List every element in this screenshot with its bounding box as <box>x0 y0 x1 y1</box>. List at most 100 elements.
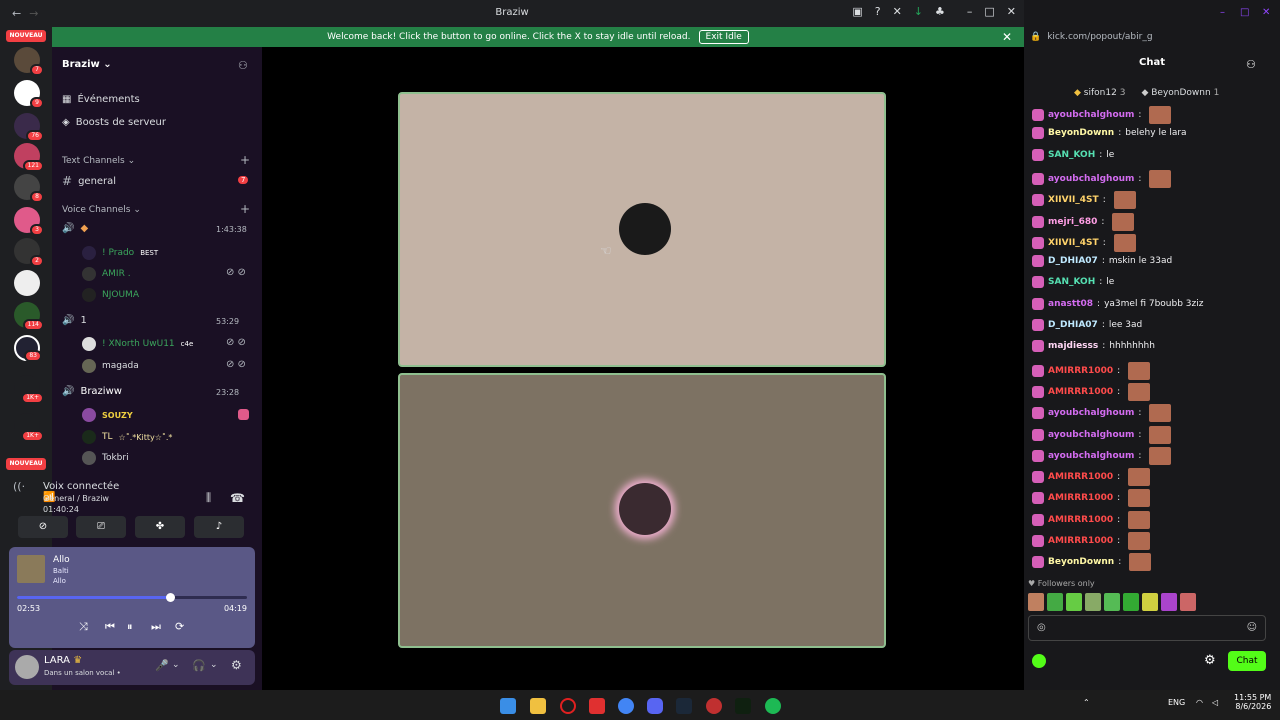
add-member-icon[interactable]: ⚇ <box>238 59 248 72</box>
emote[interactable] <box>1180 593 1196 611</box>
chat-message[interactable]: D_DHIA07: mskin le 33ad <box>1032 255 1172 268</box>
chat-username[interactable]: XIIVII_4ST <box>1048 195 1099 205</box>
chat-message[interactable]: AMIRRR1000: <box>1032 489 1151 508</box>
chat-username[interactable]: SAN_KOH <box>1048 277 1095 287</box>
chat-username[interactable]: ayoubchalghoum <box>1048 110 1134 120</box>
chevron-down-icon[interactable]: ⌄ <box>210 660 218 670</box>
avatar[interactable] <box>15 655 39 679</box>
text-category[interactable]: Text Channels ⌄ <box>62 156 135 166</box>
emote[interactable] <box>1028 593 1044 611</box>
chat-message[interactable]: ayoubchalghoum: <box>1032 404 1172 423</box>
shuffle-icon[interactable]: ⤨ <box>79 620 88 634</box>
chat-message[interactable]: ayoubchalghoum: <box>1032 106 1172 124</box>
chat-message[interactable]: ayoubchalghoum: <box>1032 425 1172 444</box>
server-icon[interactable]: 8 <box>14 174 44 203</box>
events-item[interactable]: ▦ Événements <box>62 94 140 105</box>
chat-message[interactable]: SAN_KOH: le <box>1032 276 1114 289</box>
emoji-icon[interactable]: ☺ <box>1247 622 1257 633</box>
server-icon[interactable]: 7 <box>14 47 44 76</box>
noise-suppression-icon[interactable]: ⫼ <box>206 491 211 505</box>
chat-message[interactable]: AMIRRR1000: <box>1032 382 1151 401</box>
chat-message[interactable]: anastt08: ya3mel fi 7boubb 3ziz <box>1032 297 1203 310</box>
chat-message[interactable]: AMIRRR1000: <box>1032 468 1151 487</box>
close-icon[interactable]: ✕ <box>1007 5 1016 18</box>
server-icon[interactable]: 9 <box>14 80 44 109</box>
steam-icon[interactable] <box>676 698 692 714</box>
chat-username[interactable]: ayoubchalghoum <box>1048 430 1134 440</box>
chat-message[interactable]: XIIVII_4ST: <box>1032 233 1136 252</box>
server-icon[interactable]: 76 <box>14 113 44 142</box>
vencord-icon[interactable]: ♣ <box>935 5 945 18</box>
activities-button[interactable]: ✤ <box>135 516 185 538</box>
users-icon[interactable]: ⚇ <box>1246 58 1256 71</box>
disconnect-icon[interactable]: ☎ <box>230 491 245 505</box>
windows-start-icon[interactable] <box>500 698 516 714</box>
volume-icon[interactable]: ◁ <box>1212 698 1218 707</box>
voice-user[interactable]: magada <box>82 359 139 373</box>
progress-knob[interactable] <box>166 593 176 602</box>
minimize-icon[interactable]: – <box>967 5 973 18</box>
voice-channel[interactable]: 🔊 1 <box>62 315 87 326</box>
download-icon[interactable]: ↓ <box>914 5 923 18</box>
chat-message[interactable]: AMIRRR1000: <box>1032 361 1151 380</box>
voice-user[interactable]: SOUZY <box>82 408 133 422</box>
voice-user[interactable]: NJOUMA <box>82 288 139 302</box>
voice-connected-channel[interactable]: General / Braziw <box>43 494 109 503</box>
emote[interactable] <box>1123 593 1139 611</box>
folder-icon[interactable]: 1K+ <box>14 375 44 404</box>
server-icon[interactable]: 2 <box>14 238 44 267</box>
discord-icon[interactable] <box>647 698 663 714</box>
guild-name[interactable]: Braziw ⌄ <box>62 59 112 70</box>
inbox-icon[interactable]: ▣ <box>852 5 862 18</box>
chat-username[interactable]: AMIRRR1000 <box>1048 366 1113 376</box>
chevron-down-icon[interactable]: ⌄ <box>172 660 180 670</box>
forward-icon[interactable]: → <box>29 7 38 20</box>
camera-off-button[interactable]: ⊘ <box>18 516 68 538</box>
kick-icon[interactable] <box>1032 654 1046 668</box>
opera-icon[interactable] <box>560 698 576 714</box>
add-channel-icon[interactable]: + <box>240 202 250 216</box>
pause-icon[interactable]: ⏸ <box>127 620 133 634</box>
close-icon[interactable]: ✕ <box>1262 7 1270 18</box>
exit-idle-button[interactable]: Exit Idle <box>698 30 749 44</box>
soundboard-button[interactable]: ♪ <box>194 516 244 538</box>
chat-message[interactable]: BeyonDownn: <box>1032 553 1152 572</box>
emote[interactable] <box>1047 593 1063 611</box>
emote[interactable] <box>1085 593 1101 611</box>
chevron-up-icon[interactable]: ⌃ <box>1083 698 1090 707</box>
previous-icon[interactable]: ⏮ <box>105 620 115 634</box>
chat-message[interactable]: mejri_680: <box>1032 212 1135 231</box>
chat-tab[interactable]: Chat <box>1024 57 1280 68</box>
file-explorer-icon[interactable] <box>530 698 546 714</box>
headphones-icon[interactable]: 🎧 <box>192 659 206 672</box>
pinned-user[interactable]: ◆ BeyonDownn 1 <box>1141 88 1219 98</box>
participant-tile[interactable]: ☜ <box>398 92 886 367</box>
emote[interactable] <box>1142 593 1158 611</box>
maximize-icon[interactable]: □ <box>984 5 994 18</box>
maximize-icon[interactable]: □ <box>1240 7 1249 18</box>
microphone-icon[interactable]: 🎤 <box>155 659 169 672</box>
help-icon[interactable]: ? <box>875 5 881 18</box>
chat-username[interactable]: AMIRRR1000 <box>1048 387 1113 397</box>
chat-username[interactable]: AMIRRR1000 <box>1048 515 1113 525</box>
server-icon[interactable]: 121 <box>14 143 44 172</box>
wps-icon[interactable] <box>589 698 605 714</box>
chat-message[interactable]: ayoubchalghoum: <box>1032 446 1172 465</box>
chat-input[interactable]: ◎ ☺ <box>1028 615 1266 641</box>
voice-channel[interactable]: 🔊 Braziww <box>62 386 122 397</box>
participant-tile[interactable] <box>398 373 886 648</box>
channel-general[interactable]: # general <box>62 174 116 188</box>
voice-user[interactable]: ! XNorth UwU11 c4e <box>82 337 193 351</box>
emote[interactable] <box>1161 593 1177 611</box>
chat-message[interactable]: ayoubchalghoum: <box>1032 169 1172 188</box>
tools-icon[interactable]: ✕ <box>893 5 902 18</box>
chat-username[interactable]: AMIRRR1000 <box>1048 493 1113 503</box>
back-icon[interactable]: ← <box>12 7 21 20</box>
progress-track[interactable] <box>17 593 247 602</box>
chat-username[interactable]: AMIRRR1000 <box>1048 536 1113 546</box>
server-icon[interactable]: 114 <box>14 302 44 331</box>
chat-username[interactable]: ayoubchalghoum <box>1048 408 1134 418</box>
voice-channel[interactable]: 🔊 ◆ <box>62 223 88 234</box>
chat-username[interactable]: BeyonDownn <box>1048 128 1114 138</box>
chat-message[interactable]: D_DHIA07: lee 3ad <box>1032 319 1142 331</box>
